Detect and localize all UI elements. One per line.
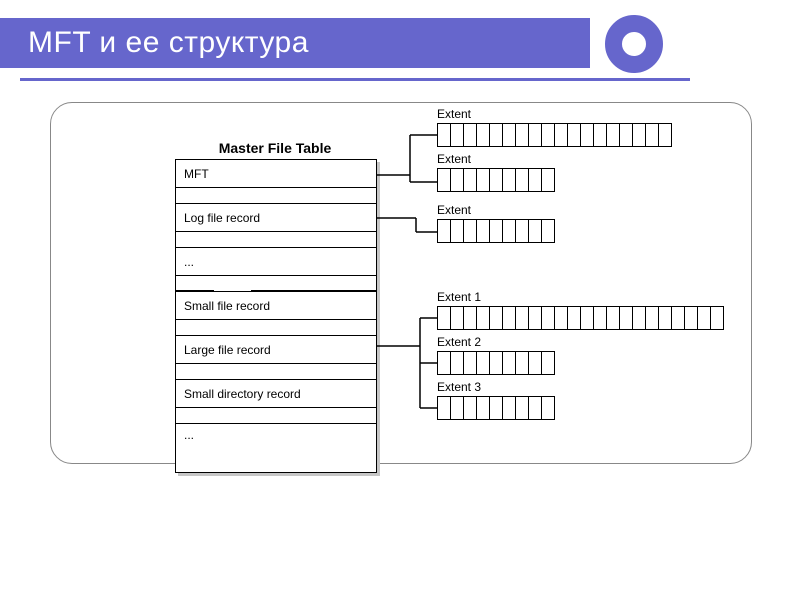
slide: MFT и ее структура Master File Table MFT… — [0, 0, 800, 600]
connectors — [0, 0, 800, 600]
